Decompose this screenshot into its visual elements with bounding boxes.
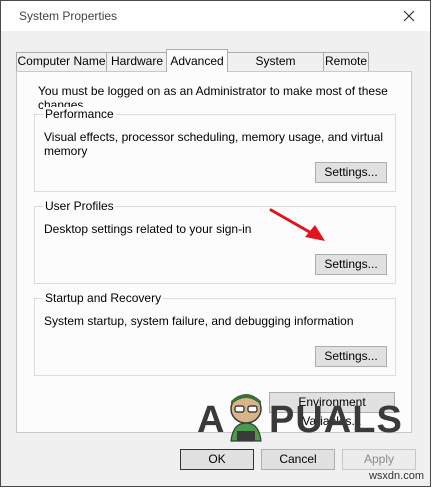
environment-variables-button[interactable]: Environment Variables... xyxy=(269,392,395,428)
title-bar: System Properties xyxy=(1,1,430,31)
startup-recovery-title: Startup and Recovery xyxy=(43,291,164,305)
performance-settings-button[interactable]: Settings... xyxy=(315,162,387,183)
red-arrow-annotation xyxy=(269,208,325,241)
user-profiles-title: User Profiles xyxy=(43,199,116,213)
tab-computer-name[interactable]: Computer Name xyxy=(16,52,107,71)
close-icon[interactable] xyxy=(400,7,418,25)
ok-button[interactable]: OK xyxy=(180,449,254,470)
site-watermark: wsxdn.com xyxy=(368,470,424,482)
tab-remote[interactable]: Remote xyxy=(323,52,369,71)
startup-recovery-settings-button[interactable]: Settings... xyxy=(315,346,387,367)
system-properties-window: System Properties Computer Name Hardware… xyxy=(0,0,431,487)
user-profiles-settings-button[interactable]: Settings... xyxy=(315,254,387,275)
apply-button[interactable]: Apply xyxy=(342,449,416,470)
cancel-button[interactable]: Cancel xyxy=(261,449,335,470)
performance-description: Visual effects, processor scheduling, me… xyxy=(44,130,384,158)
tab-hardware[interactable]: Hardware xyxy=(106,52,168,71)
advanced-tab-panel: You must be logged on as an Administrato… xyxy=(16,71,412,433)
user-profiles-group: User Profiles Desktop settings related t… xyxy=(34,199,396,284)
tab-advanced[interactable]: Advanced xyxy=(166,49,228,72)
user-profiles-description: Desktop settings related to your sign-in xyxy=(44,222,252,236)
startup-recovery-description: System startup, system failure, and debu… xyxy=(44,314,354,328)
window-title: System Properties xyxy=(19,9,118,23)
performance-title: Performance xyxy=(43,107,116,121)
tab-system-protection[interactable]: System Protection xyxy=(227,52,324,85)
startup-recovery-group: Startup and Recovery System startup, sys… xyxy=(34,291,396,376)
performance-group: Performance Visual effects, processor sc… xyxy=(34,107,396,192)
